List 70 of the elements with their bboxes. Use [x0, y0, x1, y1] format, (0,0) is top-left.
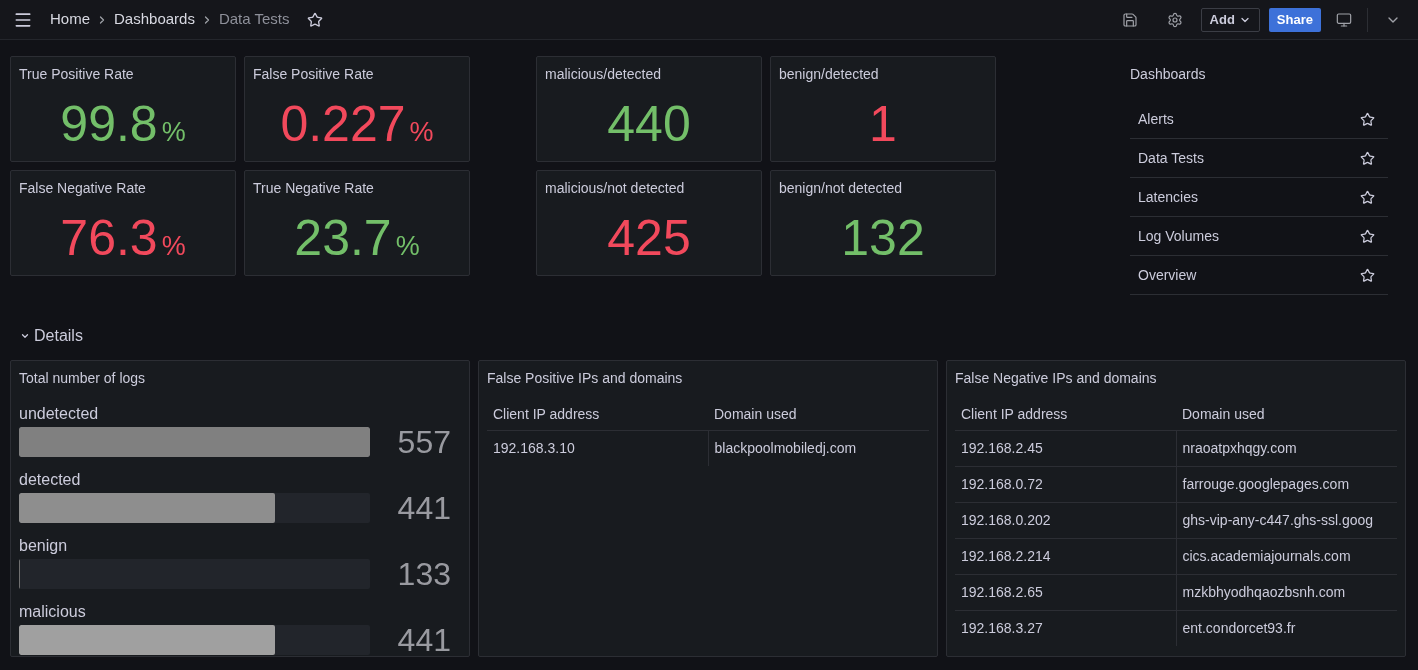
- row-toggle[interactable]: Details: [10, 324, 83, 348]
- stat-value: 132: [841, 212, 925, 263]
- bar-label: malicious: [19, 602, 86, 622]
- column-header[interactable]: Domain used: [708, 398, 929, 430]
- column-header[interactable]: Client IP address: [955, 398, 1176, 430]
- stat-value: 440: [607, 98, 691, 149]
- breadcrumb-link[interactable]: Dashboards: [114, 8, 195, 31]
- dashboard-list-item[interactable]: Overview: [1130, 256, 1388, 295]
- table-cell: nraoatpxhqgy.com: [1176, 430, 1397, 466]
- table-cell: 192.168.3.10: [487, 430, 708, 466]
- table-cell: blackpoolmobiledj.com: [708, 430, 929, 466]
- settings-icon[interactable]: [1166, 11, 1183, 28]
- bar-value: 557: [397, 426, 451, 458]
- stat-value: 76.3: [60, 212, 158, 263]
- table-cell: 192.168.2.45: [955, 430, 1176, 466]
- panel-title: malicious/not detected: [545, 179, 685, 198]
- dashboard-list-item[interactable]: Data Tests: [1130, 139, 1388, 178]
- table-cell: ghs-vip-any-c447.ghs-ssl.goog: [1176, 502, 1397, 538]
- panel-title: malicious/detected: [545, 65, 661, 84]
- table-cell: 192.168.3.27: [955, 610, 1176, 646]
- stat-value: 1: [869, 98, 897, 149]
- stat-unit: %: [161, 232, 186, 260]
- panel-title: Dashboards: [1130, 65, 1206, 84]
- panel-title: benign/detected: [779, 65, 879, 84]
- panel-title: False Positive Rate: [253, 65, 374, 84]
- bar-value: 133: [397, 558, 451, 590]
- table-cell: 192.168.2.214: [955, 538, 1176, 574]
- column-header[interactable]: Domain used: [1176, 398, 1397, 430]
- stat-value: 23.7: [294, 212, 392, 263]
- stat-value: 0.227: [280, 98, 406, 149]
- star-icon[interactable]: [1360, 189, 1375, 205]
- stat-unit: %: [161, 118, 186, 146]
- bar-label: undetected: [19, 404, 99, 424]
- dashboard-list-item[interactable]: Alerts: [1130, 100, 1388, 139]
- star-icon[interactable]: [1360, 111, 1375, 127]
- bar-value: 441: [397, 492, 451, 524]
- table-cell: ent.condorcet93.fr: [1176, 610, 1397, 646]
- panel-title: False Negative Rate: [19, 179, 146, 198]
- star-icon[interactable]: [306, 11, 323, 28]
- star-icon[interactable]: [1360, 150, 1375, 166]
- panel-title: False Negative IPs and domains: [955, 369, 1157, 388]
- panel-title: True Negative Rate: [253, 179, 374, 198]
- stat-unit: %: [409, 118, 434, 146]
- bar-value: 441: [397, 624, 451, 656]
- table-cell: mzkbhyodhqaozbsnh.com: [1176, 574, 1397, 610]
- table-cell: 192.168.0.202: [955, 502, 1176, 538]
- breadcrumb-link[interactable]: Home: [50, 8, 90, 31]
- dashboard-list-item[interactable]: Log Volumes: [1130, 217, 1388, 256]
- stat-unit: %: [395, 232, 420, 260]
- breadcrumb-link[interactable]: Data Tests: [218, 8, 290, 31]
- star-icon[interactable]: [1360, 267, 1375, 283]
- bar-label: detected: [19, 470, 81, 490]
- monitor-icon[interactable]: [1336, 11, 1352, 28]
- stat-value: 99.8: [60, 98, 158, 149]
- panel-title: Total number of logs: [19, 369, 146, 388]
- table-cell: farrouge.googlepages.com: [1176, 466, 1397, 502]
- add-button[interactable]: Add: [1200, 7, 1260, 32]
- panel-title: True Positive Rate: [19, 65, 134, 84]
- stat-value: 425: [607, 212, 691, 263]
- table-cell: cics.academiajournals.com: [1176, 538, 1397, 574]
- chevron-down-icon: [20, 331, 30, 341]
- panel-title: benign/not detected: [779, 179, 902, 198]
- table-cell: 192.168.0.72: [955, 466, 1176, 502]
- bar-label: benign: [19, 536, 68, 556]
- dashboard-list-item[interactable]: Latencies: [1130, 178, 1388, 217]
- star-icon[interactable]: [1360, 228, 1375, 244]
- panel-title: False Positive IPs and domains: [487, 369, 683, 388]
- table-cell: 192.168.2.65: [955, 574, 1176, 610]
- column-header[interactable]: Client IP address: [487, 398, 708, 430]
- share-button[interactable]: Share: [1268, 7, 1321, 32]
